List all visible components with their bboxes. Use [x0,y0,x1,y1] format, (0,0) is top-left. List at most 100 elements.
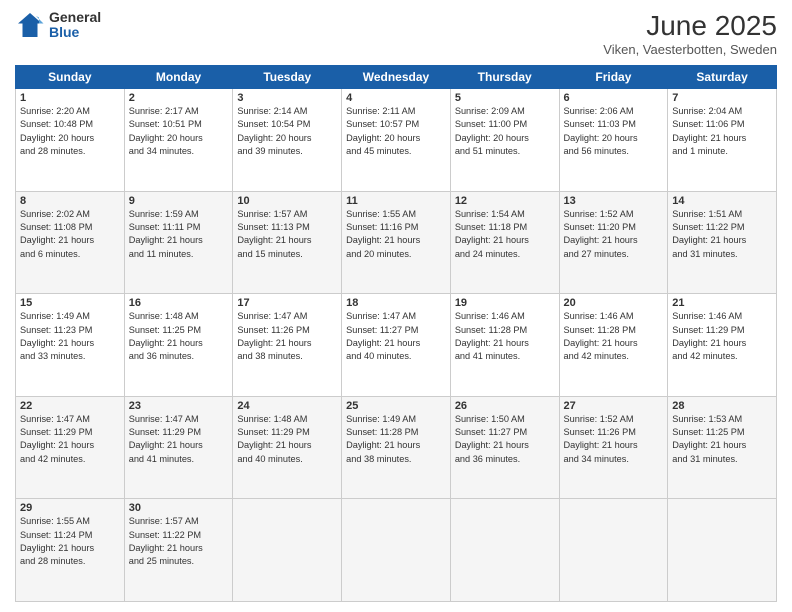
day-detail: Sunrise: 1:55 AMSunset: 11:16 PMDaylight… [346,208,446,261]
day-header-sunday: Sunday [16,66,125,89]
calendar-cell: 6Sunrise: 2:06 AMSunset: 11:03 PMDayligh… [559,89,668,192]
calendar-cell: 27Sunrise: 1:52 AMSunset: 11:26 PMDaylig… [559,396,668,499]
calendar-cell: 4Sunrise: 2:11 AMSunset: 10:57 PMDayligh… [342,89,451,192]
logo-general: General [49,10,101,25]
day-number: 16 [129,297,229,309]
day-header-monday: Monday [124,66,233,89]
day-detail: Sunrise: 1:52 AMSunset: 11:20 PMDaylight… [564,208,664,261]
day-detail: Sunrise: 2:04 AMSunset: 11:06 PMDaylight… [672,105,772,158]
day-number: 11 [346,195,446,207]
day-number: 18 [346,297,446,309]
day-number: 21 [672,297,772,309]
day-detail: Sunrise: 1:46 AMSunset: 11:28 PMDaylight… [455,310,555,363]
calendar-cell: 24Sunrise: 1:48 AMSunset: 11:29 PMDaylig… [233,396,342,499]
day-detail: Sunrise: 1:48 AMSunset: 11:29 PMDaylight… [237,413,337,466]
day-number: 3 [237,92,337,104]
calendar-cell: 10Sunrise: 1:57 AMSunset: 11:13 PMDaylig… [233,191,342,294]
day-detail: Sunrise: 1:52 AMSunset: 11:26 PMDaylight… [564,413,664,466]
day-detail: Sunrise: 1:55 AMSunset: 11:24 PMDaylight… [20,515,120,568]
day-detail: Sunrise: 1:47 AMSunset: 11:29 PMDaylight… [129,413,229,466]
calendar-week-3: 15Sunrise: 1:49 AMSunset: 11:23 PMDaylig… [16,294,777,397]
calendar-cell: 3Sunrise: 2:14 AMSunset: 10:54 PMDayligh… [233,89,342,192]
calendar-cell: 29Sunrise: 1:55 AMSunset: 11:24 PMDaylig… [16,499,125,602]
page: General Blue June 2025 Viken, Vaesterbot… [0,0,792,612]
day-number: 23 [129,400,229,412]
calendar-cell: 5Sunrise: 2:09 AMSunset: 11:00 PMDayligh… [450,89,559,192]
subtitle: Viken, Vaesterbotten, Sweden [603,42,777,57]
calendar-cell: 8Sunrise: 2:02 AMSunset: 11:08 PMDayligh… [16,191,125,294]
day-number: 28 [672,400,772,412]
day-detail: Sunrise: 1:46 AMSunset: 11:28 PMDaylight… [564,310,664,363]
calendar-cell: 17Sunrise: 1:47 AMSunset: 11:26 PMDaylig… [233,294,342,397]
calendar-header-row: SundayMondayTuesdayWednesdayThursdayFrid… [16,66,777,89]
calendar-cell: 28Sunrise: 1:53 AMSunset: 11:25 PMDaylig… [668,396,777,499]
calendar-cell: 2Sunrise: 2:17 AMSunset: 10:51 PMDayligh… [124,89,233,192]
day-header-friday: Friday [559,66,668,89]
day-number: 6 [564,92,664,104]
day-number: 9 [129,195,229,207]
day-detail: Sunrise: 2:17 AMSunset: 10:51 PMDaylight… [129,105,229,158]
calendar-cell: 21Sunrise: 1:46 AMSunset: 11:29 PMDaylig… [668,294,777,397]
calendar-cell: 25Sunrise: 1:49 AMSunset: 11:28 PMDaylig… [342,396,451,499]
day-number: 10 [237,195,337,207]
day-detail: Sunrise: 1:47 AMSunset: 11:29 PMDaylight… [20,413,120,466]
day-number: 7 [672,92,772,104]
calendar-cell: 23Sunrise: 1:47 AMSunset: 11:29 PMDaylig… [124,396,233,499]
calendar-table: SundayMondayTuesdayWednesdayThursdayFrid… [15,65,777,602]
day-detail: Sunrise: 2:06 AMSunset: 11:03 PMDaylight… [564,105,664,158]
day-number: 12 [455,195,555,207]
calendar-cell [342,499,451,602]
day-detail: Sunrise: 2:11 AMSunset: 10:57 PMDaylight… [346,105,446,158]
calendar-week-5: 29Sunrise: 1:55 AMSunset: 11:24 PMDaylig… [16,499,777,602]
calendar-cell: 20Sunrise: 1:46 AMSunset: 11:28 PMDaylig… [559,294,668,397]
day-detail: Sunrise: 1:59 AMSunset: 11:11 PMDaylight… [129,208,229,261]
calendar-cell: 12Sunrise: 1:54 AMSunset: 11:18 PMDaylig… [450,191,559,294]
day-detail: Sunrise: 1:47 AMSunset: 11:27 PMDaylight… [346,310,446,363]
day-header-wednesday: Wednesday [342,66,451,89]
day-detail: Sunrise: 1:57 AMSunset: 11:22 PMDaylight… [129,515,229,568]
day-header-thursday: Thursday [450,66,559,89]
calendar-cell: 11Sunrise: 1:55 AMSunset: 11:16 PMDaylig… [342,191,451,294]
logo: General Blue [15,10,101,41]
day-number: 8 [20,195,120,207]
day-detail: Sunrise: 1:54 AMSunset: 11:18 PMDaylight… [455,208,555,261]
day-number: 20 [564,297,664,309]
calendar-cell: 7Sunrise: 2:04 AMSunset: 11:06 PMDayligh… [668,89,777,192]
day-detail: Sunrise: 1:57 AMSunset: 11:13 PMDaylight… [237,208,337,261]
calendar-cell: 19Sunrise: 1:46 AMSunset: 11:28 PMDaylig… [450,294,559,397]
day-detail: Sunrise: 2:02 AMSunset: 11:08 PMDaylight… [20,208,120,261]
logo-blue: Blue [49,25,101,40]
day-number: 2 [129,92,229,104]
calendar-cell: 14Sunrise: 1:51 AMSunset: 11:22 PMDaylig… [668,191,777,294]
day-detail: Sunrise: 1:48 AMSunset: 11:25 PMDaylight… [129,310,229,363]
day-header-saturday: Saturday [668,66,777,89]
day-detail: Sunrise: 2:20 AMSunset: 10:48 PMDaylight… [20,105,120,158]
day-detail: Sunrise: 1:47 AMSunset: 11:26 PMDaylight… [237,310,337,363]
calendar-cell: 26Sunrise: 1:50 AMSunset: 11:27 PMDaylig… [450,396,559,499]
calendar-week-2: 8Sunrise: 2:02 AMSunset: 11:08 PMDayligh… [16,191,777,294]
day-detail: Sunrise: 2:09 AMSunset: 11:00 PMDaylight… [455,105,555,158]
day-detail: Sunrise: 1:50 AMSunset: 11:27 PMDaylight… [455,413,555,466]
day-number: 24 [237,400,337,412]
title-block: June 2025 Viken, Vaesterbotten, Sweden [603,10,777,57]
day-detail: Sunrise: 1:46 AMSunset: 11:29 PMDaylight… [672,310,772,363]
calendar-cell: 18Sunrise: 1:47 AMSunset: 11:27 PMDaylig… [342,294,451,397]
day-number: 25 [346,400,446,412]
calendar-cell: 9Sunrise: 1:59 AMSunset: 11:11 PMDayligh… [124,191,233,294]
day-detail: Sunrise: 1:49 AMSunset: 11:23 PMDaylight… [20,310,120,363]
logo-text: General Blue [49,10,101,41]
header: General Blue June 2025 Viken, Vaesterbot… [15,10,777,57]
main-title: June 2025 [603,10,777,42]
day-number: 26 [455,400,555,412]
day-number: 5 [455,92,555,104]
calendar-cell [233,499,342,602]
day-number: 14 [672,195,772,207]
calendar-week-4: 22Sunrise: 1:47 AMSunset: 11:29 PMDaylig… [16,396,777,499]
day-number: 1 [20,92,120,104]
logo-icon [15,10,45,40]
day-number: 29 [20,502,120,514]
day-detail: Sunrise: 2:14 AMSunset: 10:54 PMDaylight… [237,105,337,158]
day-detail: Sunrise: 1:51 AMSunset: 11:22 PMDaylight… [672,208,772,261]
day-number: 30 [129,502,229,514]
calendar-cell: 16Sunrise: 1:48 AMSunset: 11:25 PMDaylig… [124,294,233,397]
